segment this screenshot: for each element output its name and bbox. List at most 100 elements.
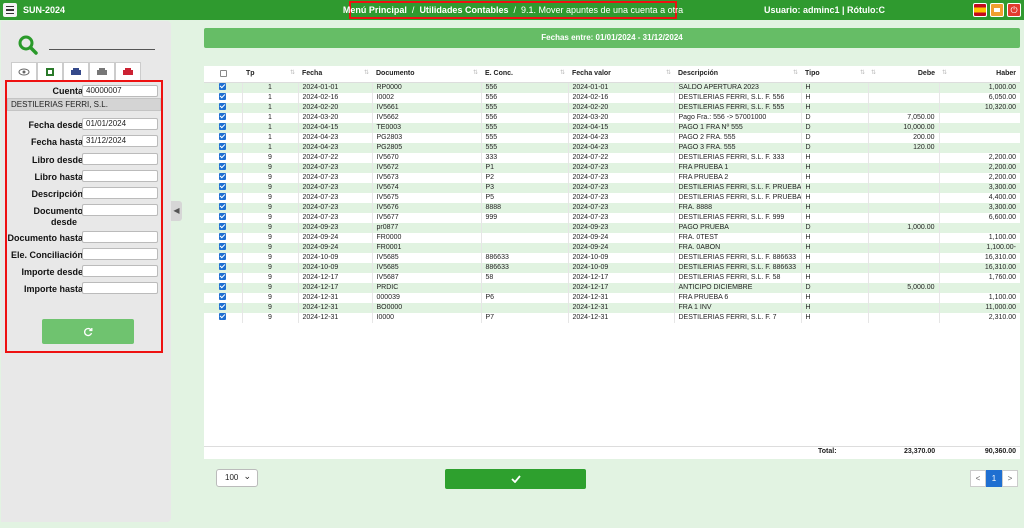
select-all-checkbox[interactable]: [219, 70, 227, 78]
row-checkbox-cell[interactable]: [204, 212, 242, 223]
table-row[interactable]: 9 2024-09-23 pr0877 2024-09-23 PAGO PRUEBA D 1…: [204, 222, 1020, 233]
table-row[interactable]: 9 2024-07-23 IV5677 999 2024-07-23 DESTILERIA…: [204, 212, 1020, 223]
libro-desde-input[interactable]: [82, 153, 158, 165]
power-icon[interactable]: ⏻: [1007, 3, 1021, 17]
tab-view[interactable]: [11, 62, 37, 80]
search-input[interactable]: [49, 49, 155, 50]
row-checkbox[interactable]: [219, 93, 227, 101]
column-header[interactable]: ⇅ Haber: [939, 66, 1020, 83]
table-row[interactable]: 9 2024-09-24 FR0000 2024-09-24 FRA. 0TEST H 1,…: [204, 232, 1020, 243]
row-checkbox-cell[interactable]: [204, 272, 242, 283]
confirm-button[interactable]: [445, 469, 586, 489]
column-header[interactable]: Descripción ⇅: [674, 66, 801, 83]
row-checkbox[interactable]: [219, 183, 227, 191]
row-checkbox[interactable]: [219, 313, 227, 321]
row-checkbox-cell[interactable]: [204, 132, 242, 143]
row-checkbox[interactable]: [219, 213, 227, 221]
row-checkbox[interactable]: [219, 193, 227, 201]
row-checkbox-cell[interactable]: [204, 162, 242, 173]
row-checkbox[interactable]: [219, 133, 227, 141]
column-header[interactable]: Tp ⇅: [242, 66, 298, 83]
tab-export[interactable]: [37, 62, 63, 80]
select-all-header[interactable]: [204, 66, 242, 83]
row-checkbox[interactable]: [219, 153, 227, 161]
row-checkbox-cell[interactable]: [204, 182, 242, 193]
row-checkbox-cell[interactable]: [204, 102, 242, 113]
row-checkbox[interactable]: [219, 143, 227, 151]
importe-hasta-input[interactable]: [82, 282, 158, 294]
table-row[interactable]: 1 2024-04-23 PG2805 555 2024-04-23 PAGO 3 FRA…: [204, 142, 1020, 153]
table-row[interactable]: 9 2024-07-23 IV5674 P3 2024-07-23 DESTILERIAS…: [204, 182, 1020, 193]
row-checkbox-cell[interactable]: [204, 252, 242, 263]
row-checkbox-cell[interactable]: [204, 232, 242, 243]
column-header[interactable]: ⇅ Debe: [868, 66, 939, 83]
table-row[interactable]: 9 2024-12-31 BO0000 2024-12-31 FRA 1 INV H 11,…: [204, 302, 1020, 313]
fecha-hasta-input[interactable]: 31/12/2024: [82, 135, 158, 147]
next-page-button[interactable]: >: [1002, 470, 1018, 487]
table-row[interactable]: 9 2024-12-17 IV5687 58 2024-12-17 DESTILERIAS…: [204, 272, 1020, 283]
documento-desde-input[interactable]: [82, 204, 158, 216]
collapse-sidebar-arrow[interactable]: ◀: [171, 201, 182, 221]
row-checkbox-cell[interactable]: [204, 242, 242, 253]
row-checkbox[interactable]: [219, 103, 227, 111]
tab-print[interactable]: [89, 62, 115, 80]
table-row[interactable]: 9 2024-07-23 IV5676 8888 2024-07-23 FRA. 8888…: [204, 202, 1020, 213]
row-checkbox-cell[interactable]: [204, 202, 242, 213]
row-checkbox[interactable]: [219, 113, 227, 121]
table-row[interactable]: 9 2024-12-31 000039 P6 2024-12-31 FRA PRUEBA …: [204, 292, 1020, 303]
table-row[interactable]: 9 2024-12-17 PRDIC 2024-12-17 ANTICIPO DICIE…: [204, 282, 1020, 293]
cuenta-input[interactable]: 40000007: [82, 85, 158, 97]
column-header[interactable]: Fecha valor ⇅: [568, 66, 674, 83]
row-checkbox[interactable]: [219, 83, 227, 91]
table-row[interactable]: 1 2024-02-16 I0002 556 2024-02-16 DESTILERIAS…: [204, 92, 1020, 103]
row-checkbox[interactable]: [219, 263, 227, 271]
row-checkbox-cell[interactable]: [204, 262, 242, 273]
table-row[interactable]: 1 2024-04-23 PG2803 555 2024-04-23 PAGO 2 FRA…: [204, 132, 1020, 143]
page-button-current[interactable]: 1: [986, 470, 1002, 487]
row-checkbox[interactable]: [219, 163, 227, 171]
row-checkbox[interactable]: [219, 303, 227, 311]
table-row[interactable]: 1 2024-01-01 RP0000 556 2024-01-01 SALDO APER…: [204, 82, 1020, 93]
column-header[interactable]: E. Conc. ⇅: [481, 66, 568, 83]
search-icon[interactable]: [18, 35, 38, 55]
column-header[interactable]: Fecha ⇅: [298, 66, 372, 83]
row-checkbox-cell[interactable]: [204, 222, 242, 233]
spain-flag-icon[interactable]: [973, 3, 987, 17]
row-checkbox-cell[interactable]: [204, 82, 242, 93]
table-row[interactable]: 1 2024-02-20 IV5661 555 2024-02-20 DESTILERIA…: [204, 102, 1020, 113]
print-icon[interactable]: [990, 3, 1004, 17]
column-header[interactable]: Tipo ⇅: [801, 66, 868, 83]
descripcion-input[interactable]: [82, 187, 158, 199]
libro-hasta-input[interactable]: [82, 170, 158, 182]
importe-desde-input[interactable]: [82, 265, 158, 277]
table-row[interactable]: 9 2024-07-23 IV5675 P5 2024-07-23 DESTILERIAS…: [204, 192, 1020, 203]
row-checkbox-cell[interactable]: [204, 302, 242, 313]
table-row[interactable]: 9 2024-12-31 I0000 P7 2024-12-31 DESTILERIAS …: [204, 312, 1020, 323]
row-checkbox[interactable]: [219, 223, 227, 231]
row-checkbox-cell[interactable]: [204, 122, 242, 133]
row-checkbox[interactable]: [219, 243, 227, 251]
table-row[interactable]: 9 2024-07-22 IV5670 333 2024-07-22 DESTILERIA…: [204, 152, 1020, 163]
ele-conciliacion-input[interactable]: [82, 248, 158, 260]
row-checkbox-cell[interactable]: [204, 142, 242, 153]
row-checkbox-cell[interactable]: [204, 282, 242, 293]
row-checkbox-cell[interactable]: [204, 112, 242, 123]
row-checkbox-cell[interactable]: [204, 92, 242, 103]
row-checkbox[interactable]: [219, 173, 227, 181]
table-row[interactable]: 9 2024-07-23 IV5672 P1 2024-07-23 FRA PRUEBA …: [204, 162, 1020, 173]
page-size-select[interactable]: 100: [216, 468, 258, 487]
refresh-button[interactable]: [42, 319, 134, 344]
column-header[interactable]: Documento ⇅: [372, 66, 481, 83]
row-checkbox-cell[interactable]: [204, 172, 242, 183]
table-row[interactable]: 9 2024-07-23 IV5673 P2 2024-07-23 FRA PRUEBA …: [204, 172, 1020, 183]
row-checkbox[interactable]: [219, 273, 227, 281]
row-checkbox-cell[interactable]: [204, 192, 242, 203]
row-checkbox[interactable]: [219, 293, 227, 301]
row-checkbox-cell[interactable]: [204, 152, 242, 163]
table-row[interactable]: 1 2024-03-20 IV5662 556 2024-03-20 Pago Fra.:…: [204, 112, 1020, 123]
documento-hasta-input[interactable]: [82, 231, 158, 243]
row-checkbox-cell[interactable]: [204, 292, 242, 303]
row-checkbox[interactable]: [219, 123, 227, 131]
row-checkbox[interactable]: [219, 253, 227, 261]
row-checkbox[interactable]: [219, 233, 227, 241]
